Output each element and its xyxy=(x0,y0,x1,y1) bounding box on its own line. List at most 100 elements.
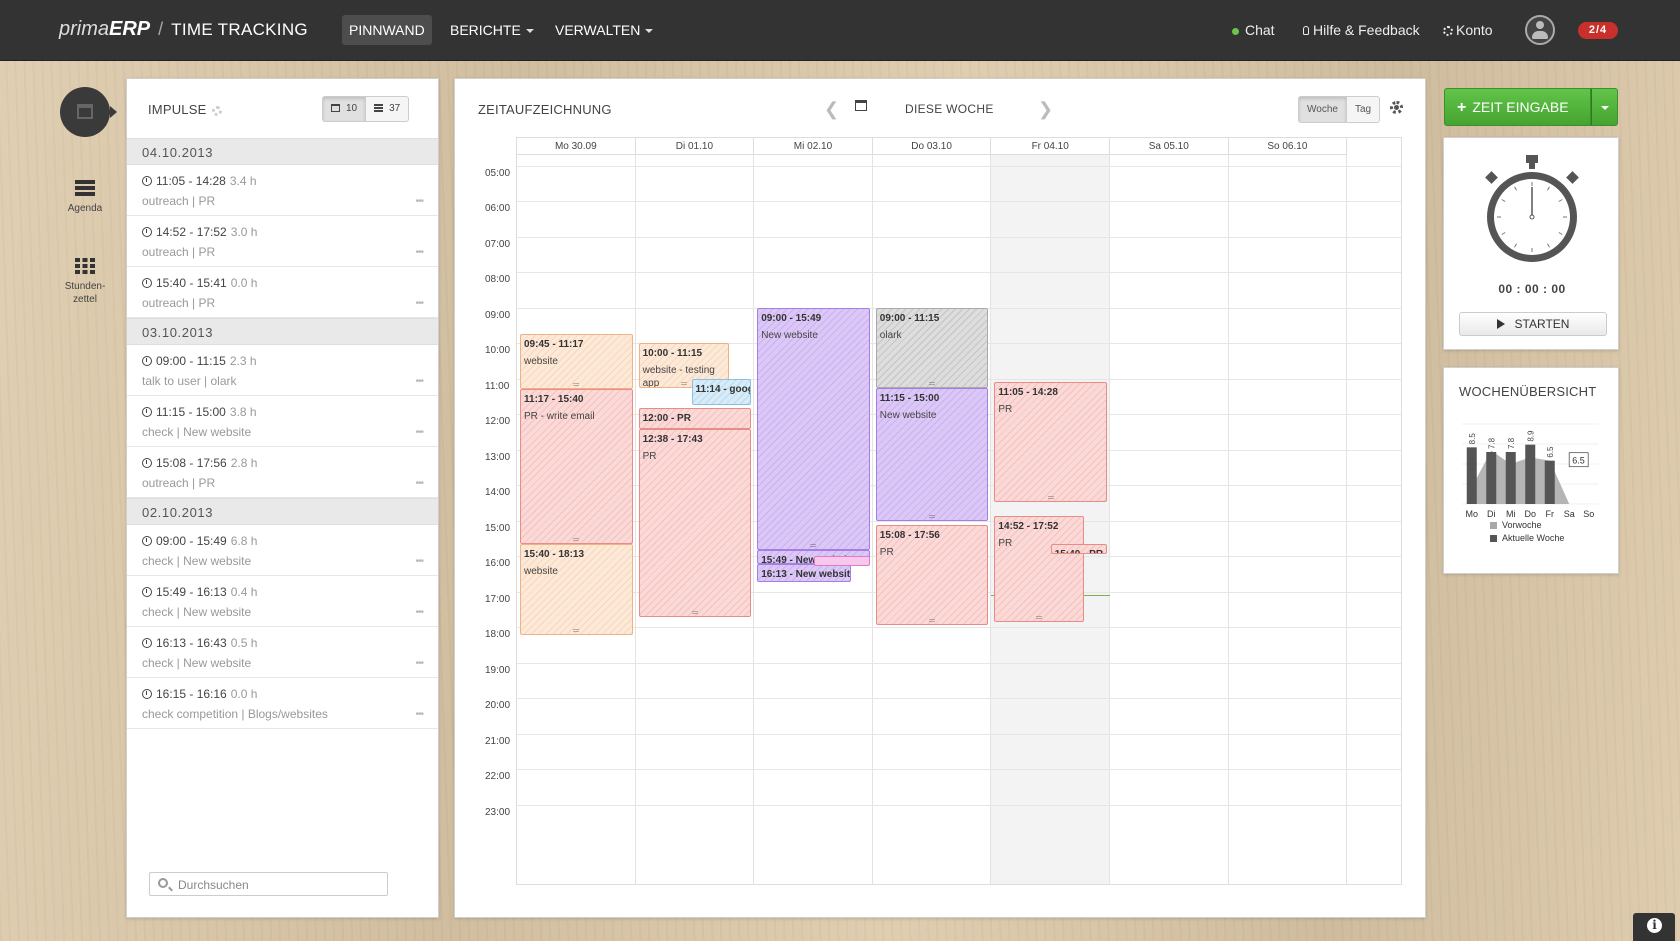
event-time: 15:08 - 17:56 xyxy=(879,530,940,542)
day-column-header[interactable]: Di 01.10 xyxy=(635,138,755,155)
drag-handle-icon[interactable]: ••• xyxy=(415,709,423,720)
day-column[interactable] xyxy=(1110,155,1229,884)
search-input[interactable] xyxy=(178,876,378,893)
hour-label: 17:00 xyxy=(485,593,511,605)
list-item[interactable]: 11:15 - 15:00 3.8 h check | New website ••• xyxy=(127,396,438,447)
time-entry-event[interactable]: 11:15 - 15:00 New website xyxy=(875,387,989,521)
drag-handle-icon[interactable]: ••• xyxy=(415,427,423,438)
info-icon[interactable] xyxy=(1633,913,1675,941)
resize-handle-icon[interactable] xyxy=(1047,495,1054,499)
day-column-header[interactable]: So 06.10 xyxy=(1228,138,1348,155)
calendar-view-button[interactable] xyxy=(60,87,117,137)
resize-handle-icon[interactable] xyxy=(929,381,936,385)
avatar[interactable] xyxy=(1525,15,1555,45)
resize-handle-icon[interactable] xyxy=(810,543,817,547)
time-entry-event[interactable]: 15:08 - 17:56 PR xyxy=(875,525,989,625)
list-item[interactable]: 15:49 - 16:13 0.4 h check | New website ••• xyxy=(127,576,438,627)
resize-handle-icon[interactable] xyxy=(573,538,580,542)
view-day-button[interactable]: Tag xyxy=(1345,97,1379,122)
drag-handle-icon[interactable]: ••• xyxy=(415,376,423,387)
prev-week-icon[interactable]: ❮ xyxy=(824,100,839,118)
resize-handle-icon[interactable] xyxy=(691,611,698,615)
entry-hours: 6.8 h xyxy=(230,534,258,548)
list-item[interactable]: 09:00 - 11:15 2.3 h talk to user | olark ••… xyxy=(127,345,438,396)
day-column-header[interactable]: Fr 04.10 xyxy=(991,138,1110,155)
time-entry-event[interactable]: 11:05 - 14:28 PR xyxy=(994,381,1107,502)
chat-link[interactable]: Chat xyxy=(1232,22,1275,38)
time-entry-event[interactable]: 09:00 - 15:49 New website xyxy=(757,307,870,550)
nav-verwalten[interactable]: VERWALTEN xyxy=(548,15,660,45)
list-count-toggle[interactable]: 37 xyxy=(365,97,408,121)
drag-handle-icon[interactable]: ••• xyxy=(415,196,423,207)
zeit-eingabe-button[interactable]: + ZEIT EINGABE xyxy=(1444,88,1591,126)
time-entry-event[interactable]: 12:00 - PR xyxy=(638,408,752,429)
weekly-overview-panel: WOCHENÜBERSICHT 8.5 7.8 7.8 8.9 6.5 6.5 Mo Di Mi… xyxy=(1443,367,1619,574)
resize-handle-icon[interactable] xyxy=(1036,616,1043,620)
time-entry-event[interactable]: 16:13 - New website xyxy=(757,563,851,582)
start-timer-button[interactable]: STARTEN xyxy=(1459,312,1607,336)
resize-handle-icon[interactable] xyxy=(573,382,580,386)
time-entry-event[interactable]: 09:00 - 11:15 olark xyxy=(875,307,989,388)
rail-agenda-label: Agenda xyxy=(67,203,103,214)
impulse-title-text: IMPULSE xyxy=(148,102,207,117)
hour-label: 11:00 xyxy=(485,380,510,392)
resize-handle-icon[interactable] xyxy=(573,628,580,632)
day-column-header[interactable]: Sa 05.10 xyxy=(1110,138,1229,155)
resize-handle-icon[interactable] xyxy=(929,514,936,518)
time-entry-event[interactable]: 15:40 - 18:13 website xyxy=(520,544,633,635)
drag-handle-icon[interactable]: ••• xyxy=(415,607,423,618)
day-column-header[interactable]: Do 03.10 xyxy=(872,138,992,155)
calendar-icon xyxy=(77,104,93,119)
drag-handle-icon[interactable]: ••• xyxy=(415,247,423,258)
week-grid[interactable]: Mo 30.09 Di 01.10 Mi 02.10 Do 03.10 Fr 04.10… xyxy=(516,137,1402,885)
gear-icon[interactable] xyxy=(212,105,223,116)
entry-hours: 2.8 h xyxy=(230,456,258,470)
account-link[interactable]: Konto xyxy=(1443,22,1493,38)
time-entry-event[interactable]: 11:14 - goog xyxy=(691,378,752,406)
hour-gridline xyxy=(517,165,1401,167)
time-entry-event[interactable]: 15:40 - PR xyxy=(1050,544,1107,555)
nav-berichte[interactable]: BERICHTE xyxy=(443,15,541,45)
help-feedback-link[interactable]: Hilfe & Feedback xyxy=(1303,22,1420,38)
entry-description: check | New website xyxy=(142,554,252,568)
list-item[interactable]: 15:08 - 17:56 2.8 h outreach | PR ••• xyxy=(127,447,438,498)
rail-stundenzettel[interactable]: Stunden- zettel xyxy=(55,258,115,306)
zeit-eingabe-dropdown[interactable] xyxy=(1591,88,1618,126)
day-column[interactable] xyxy=(1229,155,1348,884)
nav-pinnwand[interactable]: PINNWAND xyxy=(342,15,432,45)
time-entry-event[interactable]: 11:17 - 15:40 PR - write email xyxy=(520,388,633,545)
entry-time: 15:08 - 17:56 2.8 h xyxy=(142,456,257,470)
calendar-icon[interactable] xyxy=(855,100,867,111)
calendar-count-toggle[interactable]: 10 xyxy=(323,97,366,121)
drag-handle-icon[interactable]: ••• xyxy=(415,556,423,567)
time-entry-event[interactable]: 12:38 - 17:43 PR xyxy=(638,428,752,618)
drag-handle-icon[interactable]: ••• xyxy=(415,298,423,309)
chart-legend: Vorwoche Aktuelle Woche xyxy=(1490,519,1564,545)
list-item[interactable]: 14:52 - 17:52 3.0 h outreach | PR ••• xyxy=(127,216,438,267)
event-time: 11:17 - 15:40 xyxy=(524,393,584,405)
day-column-header[interactable]: Mo 30.09 xyxy=(517,138,636,155)
time-entry-event[interactable]: 14:52 - 17:52 PR xyxy=(994,515,1085,623)
brand[interactable]: primaERP / TIME TRACKING xyxy=(59,18,308,41)
notification-badge[interactable]: 2/4 xyxy=(1578,22,1618,39)
view-week-button[interactable]: Woche xyxy=(1299,97,1346,122)
time-entry-event[interactable] xyxy=(813,556,870,567)
settings-gear-icon[interactable] xyxy=(1390,101,1403,114)
list-item[interactable]: 16:13 - 16:43 0.5 h check | New website ••• xyxy=(127,627,438,678)
list-item[interactable]: 11:05 - 14:28 3.4 h outreach | PR ••• xyxy=(127,165,438,216)
list-item[interactable]: 15:40 - 15:41 0.0 h outreach | PR ••• xyxy=(127,267,438,318)
next-week-icon[interactable]: ❯ xyxy=(1038,100,1053,118)
account-label: Konto xyxy=(1456,22,1493,38)
rail-agenda[interactable]: Agenda xyxy=(55,180,115,215)
list-item[interactable]: 09:00 - 15:49 6.8 h check | New website ••• xyxy=(127,525,438,576)
drag-handle-icon[interactable]: ••• xyxy=(415,478,423,489)
day-column-header[interactable]: Mi 02.10 xyxy=(754,138,873,155)
time-entry-event[interactable]: 09:45 - 11:17 website xyxy=(520,334,633,389)
list-item[interactable]: 16:15 - 16:16 0.0 h check competition | Bl… xyxy=(127,678,438,729)
search-field[interactable] xyxy=(149,872,388,896)
resize-handle-icon[interactable] xyxy=(680,381,687,385)
resize-handle-icon[interactable] xyxy=(929,618,936,622)
drag-handle-icon[interactable]: ••• xyxy=(415,658,423,669)
hour-label: 14:00 xyxy=(485,487,511,499)
event-time: 09:45 - 11:17 xyxy=(524,339,584,351)
